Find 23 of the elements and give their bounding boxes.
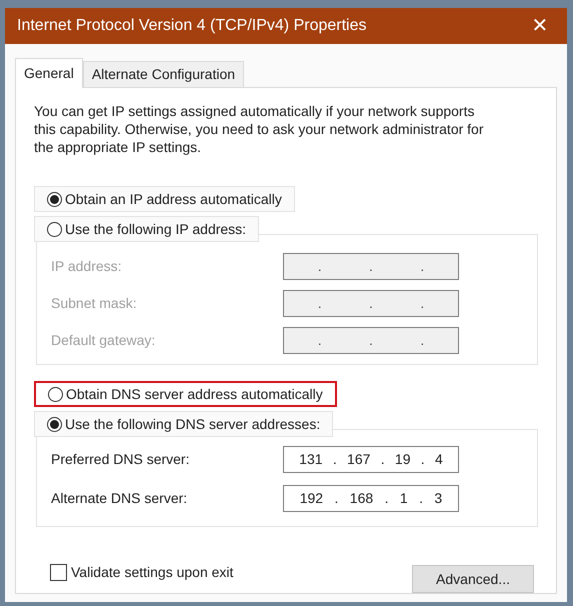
radio-option[interactable]: Use the following IP address:	[34, 216, 260, 242]
window-title: Internet Protocol Version 4 (TCP/IPv4) Properties	[17, 16, 366, 36]
radio-option[interactable]: Obtain DNS server address automatically	[34, 381, 337, 407]
radio-option[interactable]: Obtain an IP address automatically	[34, 186, 295, 212]
radio-button[interactable]	[48, 386, 63, 402]
checkbox[interactable]	[50, 564, 67, 580]
field-label: IP address:	[51, 257, 122, 276]
description-text: You can get IP settings assigned automatically if your network supports this capability. Otherwise, you need to ask your network administrator for the appropriate IP settings.	[34, 102, 484, 156]
field-label: Alternate DNS server:	[51, 489, 188, 508]
field-label: Subnet mask:	[51, 294, 137, 313]
radio-option[interactable]: Use the following DNS server addresses:	[34, 411, 334, 437]
tab[interactable]: Alternate Configuration	[82, 61, 244, 87]
radio-button[interactable]	[47, 222, 62, 236]
ip-address-field[interactable]: 131 . 167 . 19 . 4	[283, 446, 459, 473]
field-label: Preferred DNS server:	[51, 450, 190, 469]
radio-button[interactable]	[47, 416, 62, 432]
checkbox-label: Validate settings upon exit	[71, 562, 234, 582]
advanced-button[interactable]: Advanced...	[412, 565, 534, 593]
field-label: Default gateway:	[51, 331, 156, 350]
ip-address-field[interactable]: 192 . 168 . 1 . 3	[283, 485, 459, 512]
close-button[interactable]: ✕	[525, 11, 555, 41]
tab[interactable]: General	[15, 58, 83, 88]
radio-button[interactable]	[47, 192, 62, 206]
